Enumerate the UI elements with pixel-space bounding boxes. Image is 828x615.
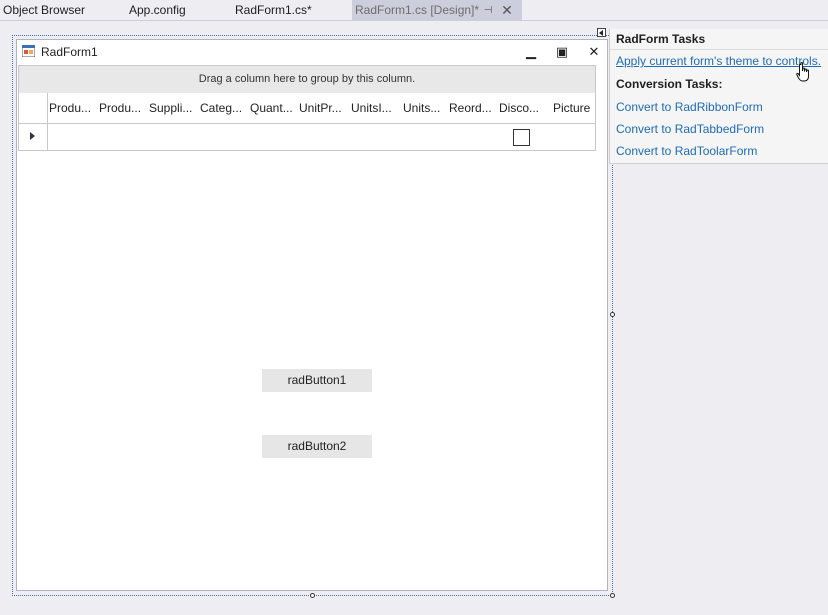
close-icon[interactable]: ✕ bbox=[501, 0, 513, 21]
tab-label: RadForm1.cs [Design]* bbox=[355, 3, 480, 17]
column-header[interactable]: Produ... bbox=[99, 93, 149, 123]
rad-button-2[interactable]: radButton2 bbox=[262, 435, 372, 458]
tab-app-config[interactable]: App.config bbox=[126, 0, 189, 21]
column-header[interactable]: Reord... bbox=[449, 93, 499, 123]
rad-grid-view[interactable]: Drag a column here to group by this colu… bbox=[18, 65, 596, 151]
rad-button-1[interactable]: radButton1 bbox=[262, 369, 372, 392]
column-header[interactable]: UnitsI... bbox=[351, 93, 401, 123]
column-header[interactable]: Categ... bbox=[200, 93, 250, 123]
tab-object-browser[interactable]: Object Browser bbox=[0, 0, 88, 21]
minimize-icon[interactable]: ▁ bbox=[521, 43, 541, 61]
discontinued-checkbox[interactable] bbox=[513, 129, 530, 146]
apply-theme-link[interactable]: Apply current form's theme to controls. bbox=[616, 54, 821, 68]
convert-tabbed-form-link[interactable]: Convert to RadTabbedForm bbox=[616, 122, 764, 136]
resize-handle-right[interactable] bbox=[610, 312, 615, 317]
column-header[interactable]: Picture bbox=[553, 93, 597, 123]
close-icon[interactable]: ✕ bbox=[584, 43, 604, 61]
group-panel[interactable]: Drag a column here to group by this colu… bbox=[19, 66, 595, 93]
form-title-bar: RadForm1 ▁ ▣ ✕ bbox=[17, 40, 607, 64]
tasks-divider bbox=[610, 49, 828, 50]
new-row[interactable] bbox=[19, 124, 595, 150]
row-arrow-icon bbox=[30, 132, 35, 140]
column-header[interactable]: Produ... bbox=[49, 93, 99, 123]
resize-handle-bottom-right[interactable] bbox=[610, 593, 615, 598]
conversion-tasks-title: Conversion Tasks: bbox=[616, 77, 723, 91]
form-icon bbox=[22, 45, 35, 57]
hand-cursor-icon bbox=[796, 62, 809, 82]
tab-radform1-design[interactable]: RadForm1.cs [Design]* ⊣ ✕ bbox=[352, 0, 522, 21]
row-indicator bbox=[19, 124, 48, 150]
tab-radform1-cs[interactable]: RadForm1.cs* bbox=[232, 0, 315, 21]
column-header[interactable]: Disco... bbox=[499, 93, 549, 123]
pin-icon[interactable]: ⊣ bbox=[482, 0, 494, 21]
convert-ribbon-form-link[interactable]: Convert to RadRibbonForm bbox=[616, 100, 763, 114]
smart-tasks-panel: RadForm Tasks Apply current form's theme… bbox=[609, 29, 828, 164]
header-row-indicator bbox=[19, 93, 48, 123]
grid-header-row: Produ... Produ... Suppli... Categ... Qua… bbox=[19, 93, 595, 124]
column-header[interactable]: Suppli... bbox=[149, 93, 199, 123]
smart-tag-icon[interactable] bbox=[597, 28, 606, 37]
form-title: RadForm1 bbox=[41, 45, 98, 59]
tasks-title: RadForm Tasks bbox=[616, 32, 706, 46]
column-header[interactable]: UnitPr... bbox=[299, 93, 349, 123]
column-header[interactable]: Units... bbox=[403, 93, 453, 123]
maximize-icon[interactable]: ▣ bbox=[552, 43, 572, 61]
document-tab-strip: Object Browser App.config RadForm1.cs* R… bbox=[0, 0, 828, 21]
column-header[interactable]: Quant... bbox=[250, 93, 300, 123]
resize-handle-bottom[interactable] bbox=[310, 593, 315, 598]
radform-window[interactable]: RadForm1 ▁ ▣ ✕ Drag a column here to gro… bbox=[16, 39, 608, 591]
convert-toolar-form-link[interactable]: Convert to RadToolarForm bbox=[616, 144, 757, 158]
